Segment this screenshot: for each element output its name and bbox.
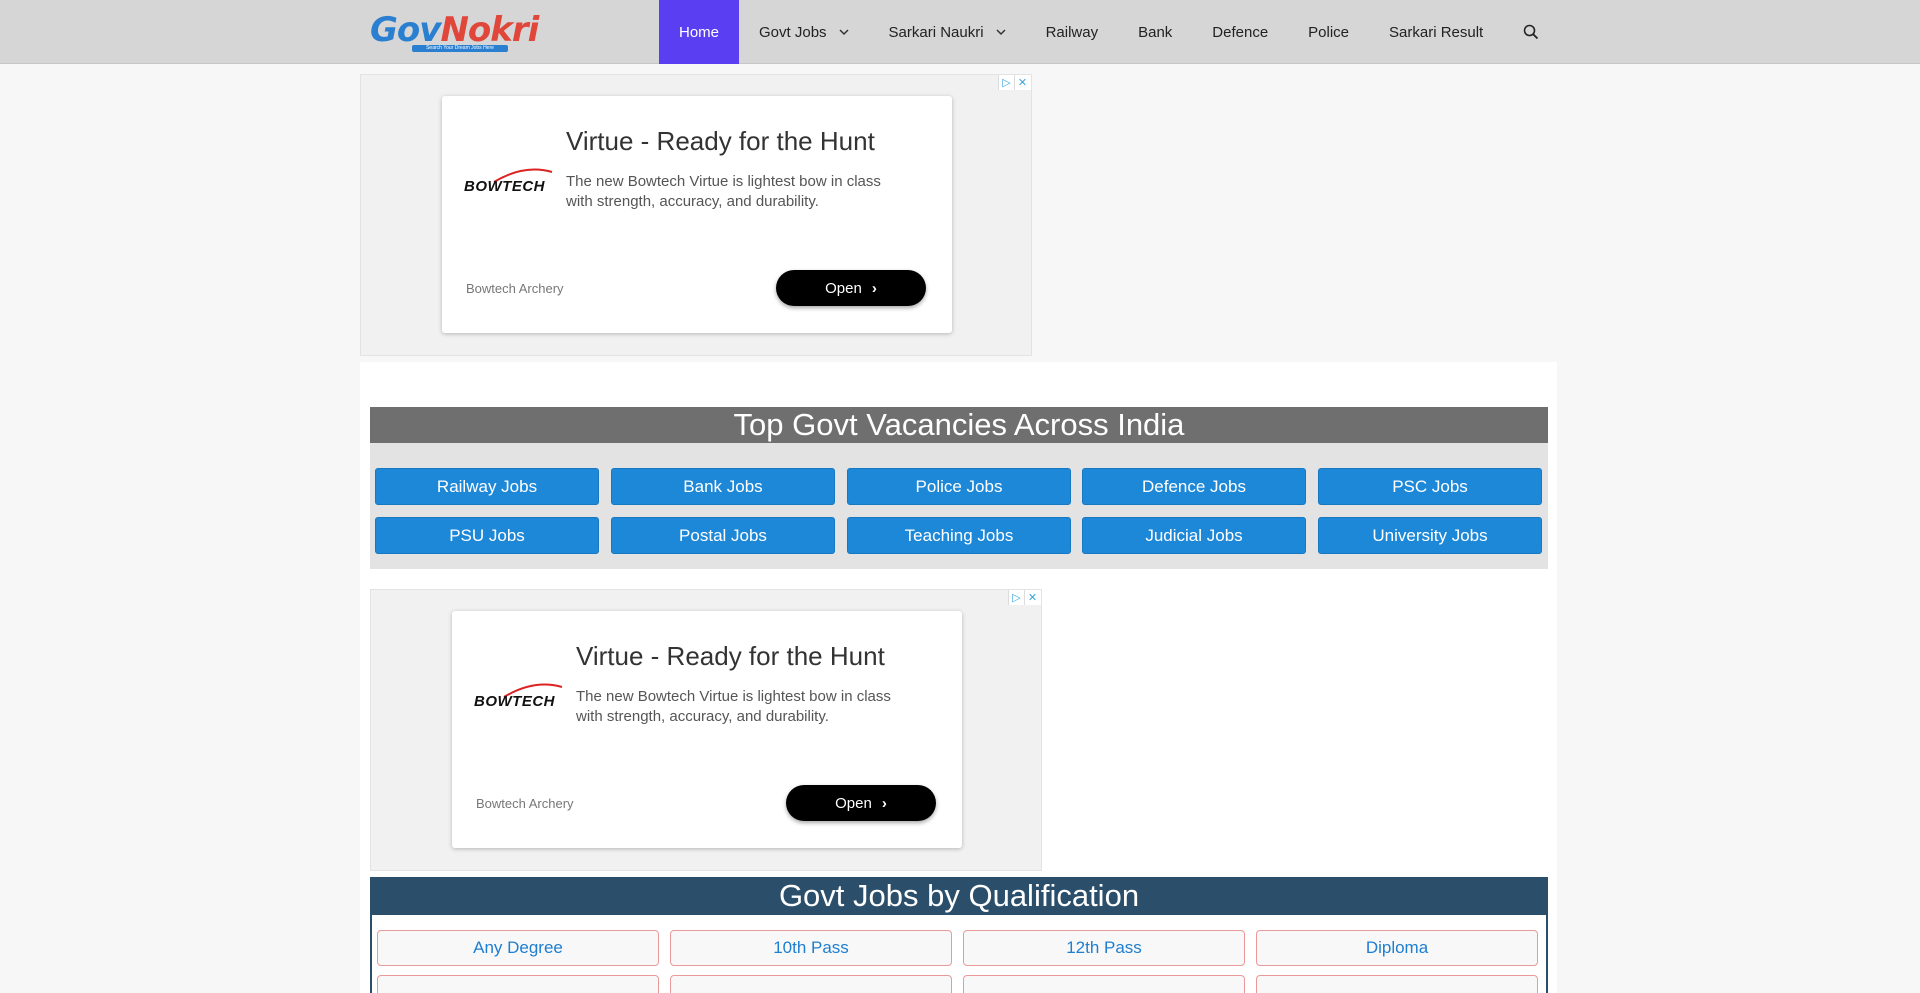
vacancy-button-defence[interactable]: Defence Jobs <box>1082 468 1306 505</box>
qualification-button-12th-pass[interactable]: 12th Pass <box>963 930 1245 966</box>
chevron-right-icon: › <box>881 794 887 812</box>
qualification-button-partial[interactable] <box>1256 975 1538 993</box>
adchoices-icon[interactable]: ▷ <box>998 75 1014 90</box>
vacancy-button-judicial[interactable]: Judicial Jobs <box>1082 517 1306 554</box>
nav-item-bank[interactable]: Bank <box>1118 0 1192 64</box>
ad-banner-top[interactable]: ▷ ✕ BOWTECH Virtue - Ready for the Hunt … <box>360 74 1032 356</box>
nav-label: Govt Jobs <box>759 23 827 41</box>
nav-label: Bank <box>1138 23 1173 41</box>
nav-item-home[interactable]: Home <box>659 0 740 64</box>
vacancy-button-police[interactable]: Police Jobs <box>847 468 1071 505</box>
qualification-button-partial[interactable] <box>963 975 1245 993</box>
ad-brand-logo: BOWTECH <box>474 681 564 721</box>
ad-open-label: Open <box>835 794 872 812</box>
qualification-grid: Any Degree 10th Pass 12th Pass Diploma <box>370 915 1548 993</box>
nav-label: Railway <box>1045 23 1099 41</box>
site-header: GovNokri Search Your Dream Jobs Here Hom… <box>0 0 1920 64</box>
ad-advertiser: Bowtech Archery <box>476 796 574 811</box>
ad-banner-middle[interactable]: ▷ ✕ BOWTECH Virtue - Ready for the Hunt … <box>370 589 1042 871</box>
vacancy-button-teaching[interactable]: Teaching Jobs <box>847 517 1071 554</box>
vacancy-button-psc[interactable]: PSC Jobs <box>1318 468 1542 505</box>
nav-item-defence[interactable]: Defence <box>1192 0 1288 64</box>
chevron-down-icon <box>996 29 1006 36</box>
site-logo[interactable]: GovNokri Search Your Dream Jobs Here <box>370 10 539 52</box>
ad-description: The new Bowtech Virtue is lightest bow i… <box>576 688 891 725</box>
adchoices[interactable]: ▷ ✕ <box>1008 590 1041 605</box>
vacancy-button-postal[interactable]: Postal Jobs <box>611 517 835 554</box>
ad-card[interactable]: BOWTECH Virtue - Ready for the Hunt The … <box>442 96 952 333</box>
vacancy-button-bank[interactable]: Bank Jobs <box>611 468 835 505</box>
nav-item-sarkari-naukri[interactable]: Sarkari Naukri <box>869 0 1026 64</box>
nav-search-button[interactable] <box>1503 0 1559 64</box>
ad-brand-text: BOWTECH <box>464 178 545 195</box>
nav-item-railway[interactable]: Railway <box>1026 0 1119 64</box>
ad-description: The new Bowtech Virtue is lightest bow i… <box>566 173 881 210</box>
vacancy-button-railway[interactable]: Railway Jobs <box>375 468 599 505</box>
ad-open-label: Open <box>825 279 862 297</box>
chevron-down-icon <box>839 29 849 36</box>
ad-title[interactable]: Virtue - Ready for the Hunt <box>566 126 875 157</box>
nav-label: Home <box>679 23 720 41</box>
adchoices-icon[interactable]: ▷ <box>1008 590 1024 605</box>
vacancy-button-psu[interactable]: PSU Jobs <box>375 517 599 554</box>
nav-label: Sarkari Naukri <box>888 23 984 41</box>
nav-item-sarkari-result[interactable]: Sarkari Result <box>1369 0 1503 64</box>
vacancies-heading: Top Govt Vacancies Across India <box>370 407 1548 443</box>
ad-brand-logo: BOWTECH <box>464 166 554 206</box>
logo-tagline: Search Your Dream Jobs Here <box>412 45 508 52</box>
close-icon[interactable]: ✕ <box>1014 75 1030 90</box>
vacancy-button-university[interactable]: University Jobs <box>1318 517 1542 554</box>
ad-title[interactable]: Virtue - Ready for the Hunt <box>576 641 885 672</box>
qualification-heading: Govt Jobs by Qualification <box>370 877 1548 915</box>
vacancies-grid: Railway Jobs Bank Jobs Police Jobs Defen… <box>370 443 1548 569</box>
close-icon[interactable]: ✕ <box>1024 590 1040 605</box>
nav-label: Police <box>1308 23 1350 41</box>
adchoices[interactable]: ▷ ✕ <box>998 75 1031 90</box>
logo-text: GovNokri <box>370 10 539 50</box>
search-icon <box>1523 24 1539 40</box>
qualification-button-partial[interactable] <box>377 975 659 993</box>
qualification-button-diploma[interactable]: Diploma <box>1256 930 1538 966</box>
ad-card[interactable]: BOWTECH Virtue - Ready for the Hunt The … <box>452 611 962 848</box>
qualification-button-10th-pass[interactable]: 10th Pass <box>670 930 952 966</box>
chevron-right-icon: › <box>871 279 877 297</box>
ad-open-button[interactable]: Open › <box>786 785 936 821</box>
nav-item-police[interactable]: Police <box>1288 0 1369 64</box>
qualification-button-any-degree[interactable]: Any Degree <box>377 930 659 966</box>
main-content: Top Govt Vacancies Across India Railway … <box>360 362 1557 993</box>
ad-open-button[interactable]: Open › <box>776 270 926 306</box>
ad-advertiser: Bowtech Archery <box>466 281 564 296</box>
qualification-button-partial[interactable] <box>670 975 952 993</box>
ad-brand-text: BOWTECH <box>474 693 555 710</box>
nav-label: Defence <box>1212 23 1269 41</box>
nav-label: Sarkari Result <box>1389 23 1484 41</box>
main-nav: Home Govt Jobs Sarkari Naukri Railway Ba… <box>659 0 1559 64</box>
nav-item-govt-jobs[interactable]: Govt Jobs <box>739 0 869 64</box>
